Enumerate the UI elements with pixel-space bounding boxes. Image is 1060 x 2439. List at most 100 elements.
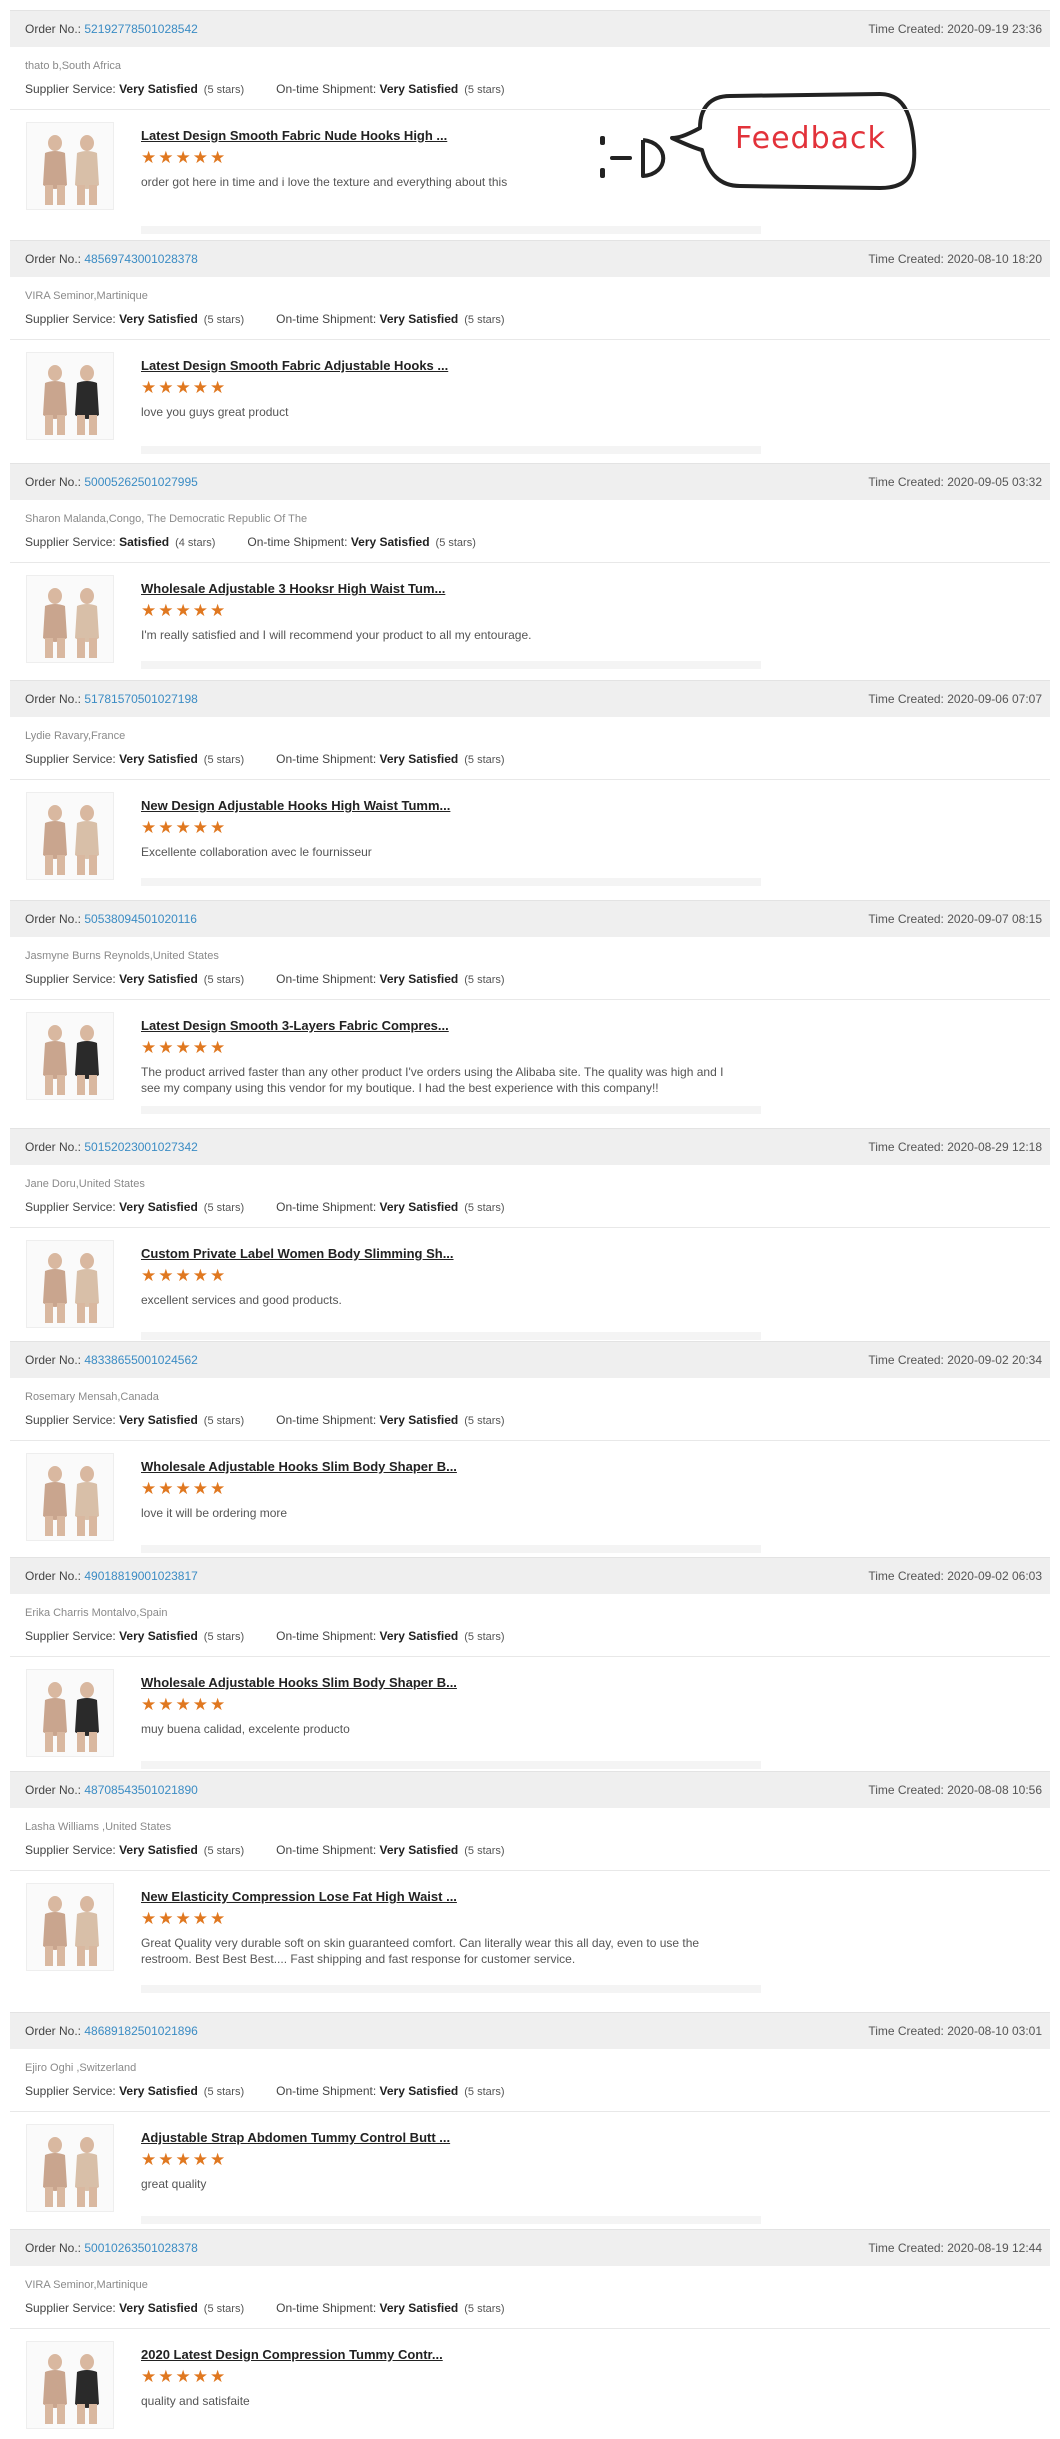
order-number-link[interactable]: 48708543501021890 (84, 1783, 197, 1797)
review-comment: Excellente collaboration avec le fournis… (141, 845, 372, 859)
divider (10, 339, 1050, 340)
product-title-link[interactable]: New Design Adjustable Hooks High Waist T… (141, 798, 450, 813)
ontime-shipment-rating: Very Satisfied (379, 82, 459, 96)
ratings-row: Supplier Service: Very Satisfied (5 stars… (25, 312, 505, 326)
time-created-label: Time Created: (868, 692, 944, 706)
rating-stars: ★★★★★ (141, 1909, 228, 1928)
time-created-label: Time Created: (868, 1569, 944, 1583)
ontime-shipment-stars: (5 stars) (464, 1415, 505, 1427)
ontime-shipment-stars: (5 stars) (464, 1631, 505, 1643)
ontime-shipment-rating: Very Satisfied (379, 2084, 459, 2098)
review-comment: I'm really satisfied and I will recommen… (141, 628, 532, 642)
order-no-label: Order No.: (25, 475, 82, 489)
divider (10, 1656, 1050, 1657)
ontime-shipment-rating: Very Satisfied (379, 752, 459, 766)
product-title-link[interactable]: Latest Design Smooth Fabric Nude Hooks H… (141, 128, 447, 143)
supplier-service-label: Supplier Service: (25, 535, 116, 549)
order-number-link[interactable]: 51781570501027198 (84, 692, 197, 706)
time-created: Time Created: 2020-08-08 10:56 (868, 1783, 1042, 1797)
rating-stars: ★★★★★ (141, 1479, 228, 1498)
product-thumbnail[interactable] (26, 1012, 114, 1100)
product-thumbnail[interactable] (26, 792, 114, 880)
time-created-value: 2020-09-02 06:03 (947, 1569, 1042, 1583)
order-no-label: Order No.: (25, 2241, 82, 2255)
review-comment: love you guys great product (141, 405, 289, 419)
order-card: Order No.: 52192778501028542 Time Created… (10, 10, 1050, 240)
product-title-link[interactable]: 2020 Latest Design Compression Tummy Con… (141, 2347, 443, 2362)
product-title-link[interactable]: Adjustable Strap Abdomen Tummy Control B… (141, 2130, 450, 2145)
product-title-link[interactable]: New Elasticity Compression Lose Fat High… (141, 1889, 457, 1904)
ratings-row: Supplier Service: Very Satisfied (5 stars… (25, 1413, 505, 1427)
time-created-value: 2020-09-05 03:32 (947, 475, 1042, 489)
order-number-link[interactable]: 49018819001023817 (84, 1569, 197, 1583)
rating-stars: ★★★★★ (141, 601, 228, 620)
product-thumbnail[interactable] (26, 575, 114, 663)
product-thumbnail[interactable] (26, 1883, 114, 1971)
order-number-link[interactable]: 48569743001028378 (84, 252, 197, 266)
time-created: Time Created: 2020-08-29 12:18 (868, 1140, 1042, 1154)
product-thumbnail[interactable] (26, 2341, 114, 2429)
order-number: Order No.: 48338655001024562 (25, 1353, 198, 1367)
supplier-service-label: Supplier Service: (25, 82, 116, 96)
order-number-link[interactable]: 50010263501028378 (84, 2241, 197, 2255)
supplier-service-stars: (5 stars) (203, 1415, 245, 1427)
ontime-shipment-rating: Very Satisfied (379, 1629, 459, 1643)
ontime-shipment-rating: Very Satisfied (379, 1413, 459, 1427)
rating-stars: ★★★★★ (141, 2367, 228, 2386)
rating-stars: ★★★★★ (141, 1266, 228, 1285)
buyer-name: Jane Doru,United States (25, 1178, 145, 1190)
divider (10, 779, 1050, 780)
order-no-label: Order No.: (25, 912, 82, 926)
order-number-link[interactable]: 50005262501027995 (84, 475, 197, 489)
supplier-service-stars: (5 stars) (203, 1202, 245, 1214)
product-thumbnail[interactable] (26, 1453, 114, 1541)
ontime-shipment-stars: (5 stars) (464, 1202, 505, 1214)
order-number-link[interactable]: 52192778501028542 (84, 22, 197, 36)
supplier-service-rating: Very Satisfied (119, 2301, 198, 2315)
product-title-link[interactable]: Latest Design Smooth 3-Layers Fabric Com… (141, 1018, 449, 1033)
ratings-row: Supplier Service: Very Satisfied (5 stars… (25, 1843, 505, 1857)
ontime-shipment-label: On-time Shipment: (276, 972, 377, 986)
review-comment: great quality (141, 2177, 207, 2191)
time-created-value: 2020-09-19 23:36 (947, 22, 1042, 36)
product-title-link[interactable]: Wholesale Adjustable Hooks Slim Body Sha… (141, 1459, 457, 1474)
supplier-service-rating: Very Satisfied (119, 1413, 198, 1427)
time-created-label: Time Created: (868, 2241, 944, 2255)
supplier-service-label: Supplier Service: (25, 1629, 116, 1643)
ontime-shipment-label: On-time Shipment: (276, 1413, 377, 1427)
time-created-value: 2020-08-10 18:20 (947, 252, 1042, 266)
ontime-shipment-label: On-time Shipment: (276, 1200, 377, 1214)
product-thumbnail[interactable] (26, 1669, 114, 1757)
reply-bar (141, 1332, 761, 1340)
ratings-row: Supplier Service: Very Satisfied (5 stars… (25, 1200, 505, 1214)
product-thumbnail[interactable] (26, 352, 114, 440)
order-header: Order No.: 49018819001023817 Time Created… (10, 1557, 1050, 1594)
order-no-label: Order No.: (25, 1783, 82, 1797)
time-created-label: Time Created: (868, 1353, 944, 1367)
supplier-service-rating: Very Satisfied (119, 1843, 198, 1857)
order-header: Order No.: 48338655001024562 Time Created… (10, 1341, 1050, 1378)
product-title-link[interactable]: Custom Private Label Women Body Slimming… (141, 1246, 454, 1261)
order-number: Order No.: 51781570501027198 (25, 692, 198, 706)
supplier-service-stars: (5 stars) (203, 2303, 245, 2315)
order-number-link[interactable]: 50538094501020116 (84, 912, 197, 926)
review-comment: order got here in time and i love the te… (141, 175, 508, 189)
order-number-link[interactable]: 48338655001024562 (84, 1353, 197, 1367)
order-number-link[interactable]: 50152023001027342 (84, 1140, 197, 1154)
reply-bar (141, 1761, 761, 1769)
supplier-service-rating: Very Satisfied (119, 1629, 198, 1643)
order-number-link[interactable]: 48689182501021896 (84, 2024, 197, 2038)
order-no-label: Order No.: (25, 1569, 82, 1583)
product-title-link[interactable]: Latest Design Smooth Fabric Adjustable H… (141, 358, 448, 373)
product-thumbnail[interactable] (26, 122, 114, 210)
product-title-link[interactable]: Wholesale Adjustable 3 Hooksr High Waist… (141, 581, 445, 596)
order-card: Order No.: 48689182501021896 Time Created… (10, 2012, 1050, 2229)
product-title-link[interactable]: Wholesale Adjustable Hooks Slim Body Sha… (141, 1675, 457, 1690)
rating-stars: ★★★★★ (141, 818, 228, 837)
product-thumbnail[interactable] (26, 1240, 114, 1328)
time-created-label: Time Created: (868, 22, 944, 36)
review-comment: excellent services and good products. (141, 1293, 342, 1307)
product-thumbnail[interactable] (26, 2124, 114, 2212)
review-comment: Great Quality very durable soft on skin … (141, 1936, 700, 1966)
ratings-row: Supplier Service: Very Satisfied (5 stars… (25, 2301, 505, 2315)
